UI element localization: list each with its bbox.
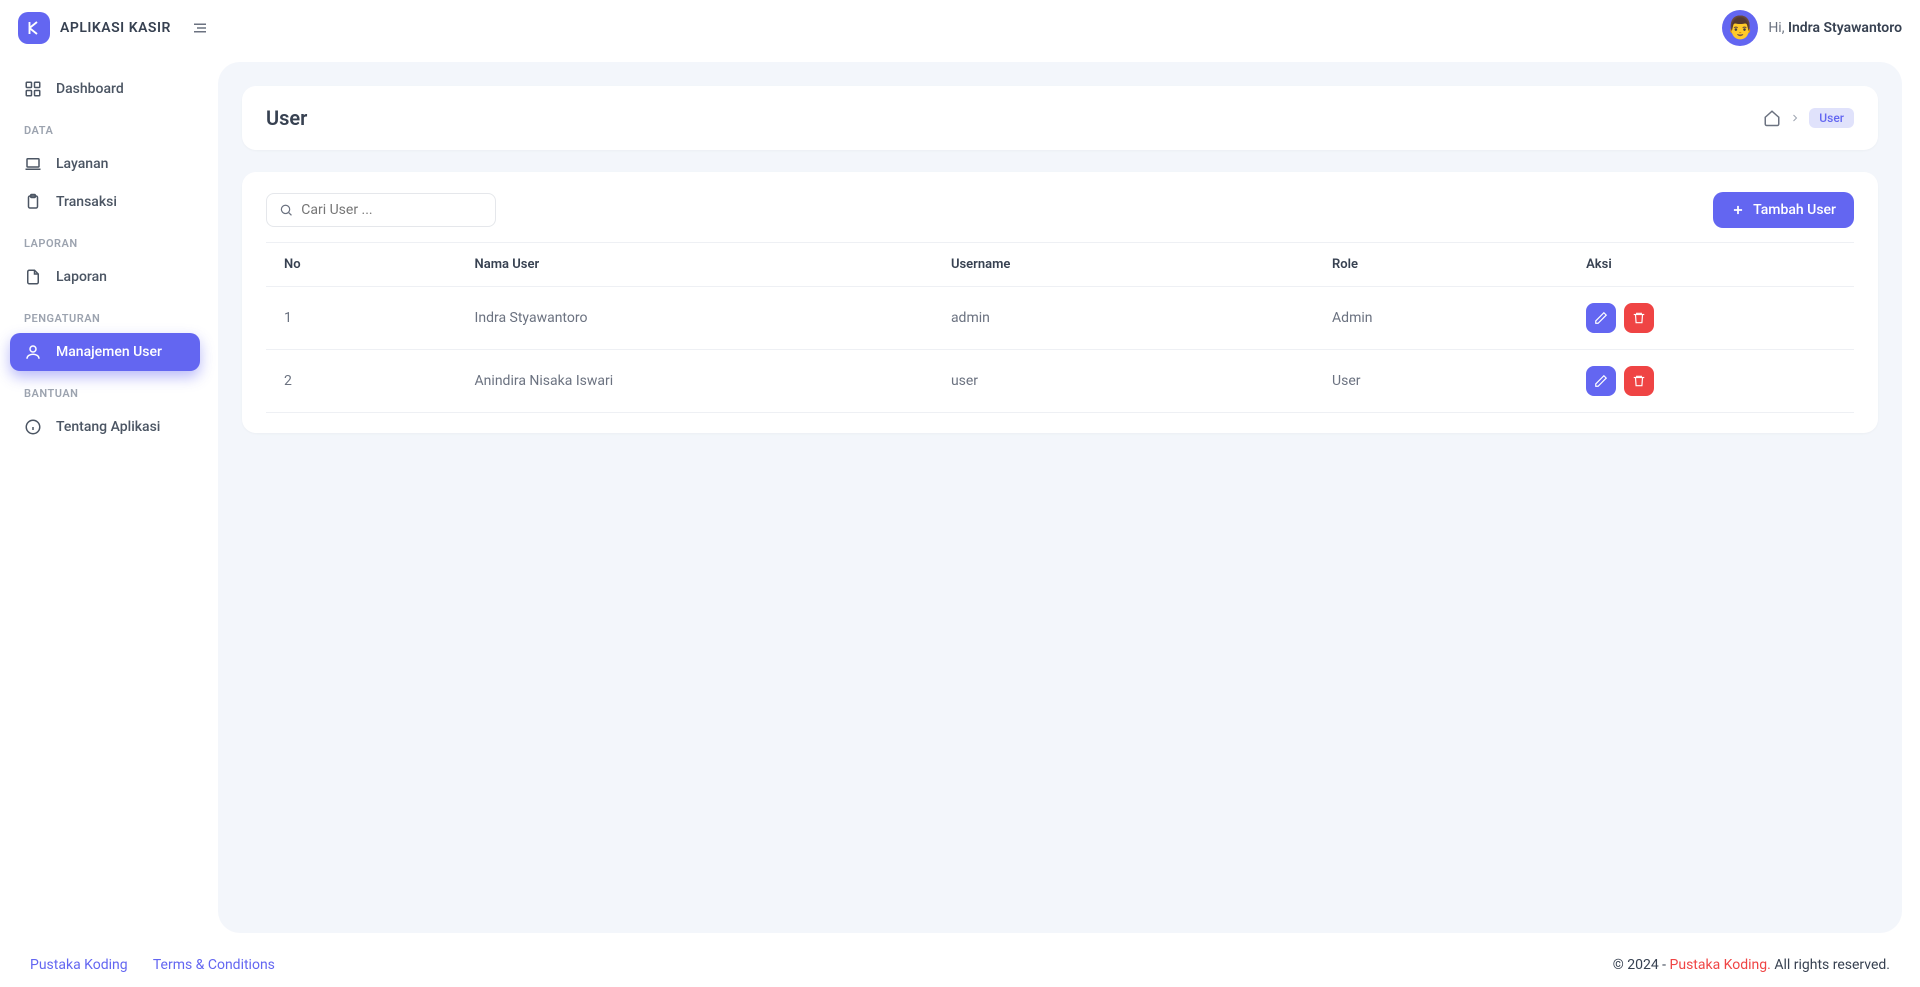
laptop-icon <box>24 155 42 173</box>
clipboard-icon <box>24 193 42 211</box>
edit-button[interactable] <box>1586 366 1616 396</box>
home-icon <box>1763 109 1781 127</box>
sidebar-item-layanan[interactable]: Layanan <box>10 145 200 183</box>
breadcrumb-current: User <box>1809 108 1854 128</box>
sidebar-item-label: Manajemen User <box>56 344 162 360</box>
delete-button[interactable] <box>1624 303 1654 333</box>
page-header-card: User User <box>242 86 1878 150</box>
add-user-button[interactable]: Tambah User <box>1713 192 1854 228</box>
sidebar-item-transaksi[interactable]: Transaksi <box>10 183 200 221</box>
topbar: APLIKASI KASIR Hi, Indra Styawantoro <box>0 0 1920 56</box>
th-aksi: Aksi <box>1568 243 1854 287</box>
th-nama: Nama User <box>457 243 933 287</box>
footer-copyright: © 2024 - Pustaka Koding. All rights rese… <box>1613 957 1890 973</box>
footer-link-terms[interactable]: Terms & Conditions <box>153 957 275 973</box>
main-content: User User Tambah User <box>218 62 1902 933</box>
cell-nama: Indra Styawantoro <box>457 287 933 350</box>
chevron-right-icon <box>1789 112 1801 124</box>
breadcrumb-home[interactable] <box>1763 109 1781 127</box>
th-username: Username <box>933 243 1314 287</box>
sidebar-item-manajemen-user[interactable]: Manajemen User <box>10 333 200 371</box>
user-menu[interactable]: Hi, Indra Styawantoro <box>1722 10 1902 46</box>
plus-icon <box>1731 203 1745 217</box>
sidebar-item-label: Tentang Aplikasi <box>56 419 160 435</box>
sidebar-item-label: Laporan <box>56 269 107 285</box>
page-title: User <box>266 106 307 130</box>
table-card: Tambah User No Nama User Username Role A… <box>242 172 1878 433</box>
user-icon <box>24 343 42 361</box>
sidebar-item-label: Transaksi <box>56 194 117 210</box>
sidebar-heading-pengaturan: PENGATURAN <box>10 296 200 333</box>
edit-icon <box>1594 374 1608 388</box>
footer-link-pustaka[interactable]: Pustaka Koding <box>30 957 128 973</box>
users-table: No Nama User Username Role Aksi 1 Indra … <box>266 242 1854 413</box>
cell-role: Admin <box>1314 287 1568 350</box>
info-icon <box>24 418 42 436</box>
sidebar-item-tentang[interactable]: Tentang Aplikasi <box>10 408 200 446</box>
cell-username: user <box>933 350 1314 413</box>
sidebar-item-label: Dashboard <box>56 81 124 97</box>
search-icon <box>279 202 293 218</box>
table-toolbar: Tambah User <box>266 192 1854 228</box>
sidebar-item-dashboard[interactable]: Dashboard <box>10 70 200 108</box>
footer: Pustaka Koding Terms & Conditions © 2024… <box>0 943 1920 987</box>
sidebar-heading-laporan: LAPORAN <box>10 221 200 258</box>
table-row: 1 Indra Styawantoro admin Admin <box>266 287 1854 350</box>
th-no: No <box>266 243 457 287</box>
sidebar-toggle-button[interactable] <box>191 19 209 37</box>
edit-button[interactable] <box>1586 303 1616 333</box>
delete-button[interactable] <box>1624 366 1654 396</box>
dashboard-icon <box>24 80 42 98</box>
cell-no: 2 <box>266 350 457 413</box>
trash-icon <box>1632 311 1646 325</box>
table-row: 2 Anindira Nisaka Iswari user User <box>266 350 1854 413</box>
cell-nama: Anindira Nisaka Iswari <box>457 350 933 413</box>
document-icon <box>24 268 42 286</box>
brand[interactable]: APLIKASI KASIR <box>18 12 171 44</box>
search-input[interactable] <box>301 202 483 218</box>
sidebar-item-label: Layanan <box>56 156 108 172</box>
app-name: APLIKASI KASIR <box>60 20 171 36</box>
trash-icon <box>1632 374 1646 388</box>
breadcrumb: User <box>1763 108 1854 128</box>
th-role: Role <box>1314 243 1568 287</box>
sidebar: Dashboard DATA Layanan Transaksi LAPORAN… <box>0 56 210 943</box>
user-greeting: Hi, Indra Styawantoro <box>1768 20 1902 36</box>
cell-role: User <box>1314 350 1568 413</box>
search-box[interactable] <box>266 193 496 227</box>
cell-username: admin <box>933 287 1314 350</box>
cell-no: 1 <box>266 287 457 350</box>
sidebar-heading-data: DATA <box>10 108 200 145</box>
sidebar-item-laporan[interactable]: Laporan <box>10 258 200 296</box>
avatar <box>1722 10 1758 46</box>
edit-icon <box>1594 311 1608 325</box>
app-logo-icon <box>18 12 50 44</box>
sidebar-heading-bantuan: BANTUAN <box>10 371 200 408</box>
